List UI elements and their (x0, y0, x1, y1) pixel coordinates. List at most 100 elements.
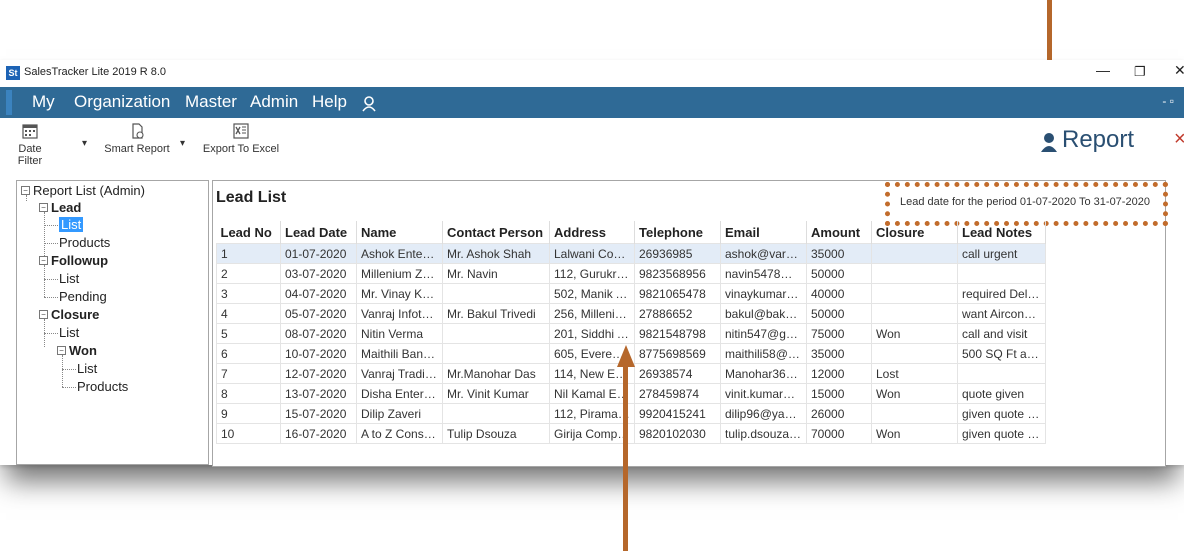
tree-node-won[interactable]: Won (69, 343, 97, 358)
grid-header-row: Lead No Lead Date Name Contact Person Ad… (216, 221, 1046, 244)
tree-node-won-products[interactable]: Products (77, 379, 128, 394)
excel-icon (233, 123, 249, 139)
table-cell: 04-07-2020 (280, 283, 357, 304)
table-cell: call urgent (957, 243, 1046, 264)
table-cell: 256, Millenium... (549, 303, 635, 324)
collapse-toggle-root[interactable]: − (21, 186, 30, 195)
mdi-window-controls[interactable]: - ▫ (1162, 94, 1174, 108)
table-cell: Mr. Vinay Kum... (356, 283, 443, 304)
table-cell: 05-07-2020 (280, 303, 357, 324)
table-cell: Ashok Enterpri... (356, 243, 443, 264)
date-filter-dropdown[interactable]: ▾ (82, 138, 87, 149)
table-cell: 26000 (806, 403, 872, 424)
tree-node-lead[interactable]: Lead (51, 200, 81, 215)
table-cell: Mr. Vinit Kumar (442, 383, 550, 404)
column-header[interactable]: Address (549, 221, 635, 244)
table-cell: 15000 (806, 383, 872, 404)
column-header[interactable]: Telephone (634, 221, 721, 244)
lead-list-panel: Lead List Lead date for the period 01-07… (212, 180, 1168, 467)
table-cell: maithili58@re... (720, 343, 807, 364)
table-cell: 1 (216, 243, 281, 264)
table-cell: 27886652 (634, 303, 721, 324)
table-cell: 70000 (806, 423, 872, 444)
tree-node-lead-list[interactable]: List (59, 217, 84, 232)
column-header[interactable]: Amount (806, 221, 872, 244)
table-cell: 10 (216, 423, 281, 444)
table-cell: Mr. Ashok Shah (442, 243, 550, 264)
table-cell: 7 (216, 363, 281, 384)
table-cell: vinit.kumar@g... (720, 383, 807, 404)
column-header[interactable]: Lead No (216, 221, 281, 244)
table-cell: Vanraj Tradin... (356, 363, 443, 384)
maximize-button[interactable]: ❐ (1134, 64, 1146, 80)
tree-root-report-list[interactable]: Report List (Admin) (33, 183, 145, 198)
table-cell: 3 (216, 283, 281, 304)
toolbar: Date Filter ▾ Smart Report ▾ Export To E… (0, 118, 1184, 168)
table-cell: 9820102030 (634, 423, 721, 444)
table-cell: Mr. Bakul Trivedi (442, 303, 550, 324)
table-cell: 112, Gurukrup... (549, 263, 635, 284)
table-cell: 9 (216, 403, 281, 424)
collapse-toggle-followup[interactable]: − (39, 256, 48, 265)
report-user-icon (1041, 133, 1057, 152)
table-cell: A to Z Consult... (356, 423, 443, 444)
tree-node-lead-products[interactable]: Products (59, 235, 110, 250)
list-title: Lead List (216, 189, 287, 206)
table-cell: ashok@varun.... (720, 243, 807, 264)
table-cell: 26938574 (634, 363, 721, 384)
table-row[interactable]: 4 05-07-2020 Vanraj Infotech Mr. Bakul Triv… (216, 303, 1046, 324)
table-cell: 278459874 (634, 383, 721, 404)
tree-node-won-list[interactable]: List (77, 361, 97, 376)
table-cell: navin5478@ya... (720, 263, 807, 284)
tree-node-followup-pending[interactable]: Pending (59, 289, 107, 304)
title-bar: St SalesTracker Lite 2019 R 8.0 — ❐ ✕ (0, 60, 1184, 87)
tree-node-closure-list[interactable]: List (59, 325, 79, 340)
column-header[interactable]: Closure (871, 221, 958, 244)
table-cell: 6 (216, 343, 281, 364)
table-cell: 8 (216, 383, 281, 404)
menu-master[interactable]: Master (185, 92, 237, 112)
column-header[interactable]: Name (356, 221, 443, 244)
table-cell: Manohar3636... (720, 363, 807, 384)
column-header[interactable]: Lead Notes (957, 221, 1046, 244)
table-cell (442, 283, 550, 304)
column-header[interactable]: Lead Date (280, 221, 357, 244)
minimize-button[interactable]: — (1096, 62, 1110, 78)
report-heading: Report (1062, 126, 1135, 153)
table-row[interactable]: 5 08-07-2020 Nitin Verma 201, Siddhi Av... 9… (216, 323, 1046, 344)
column-header[interactable]: Contact Person (442, 221, 550, 244)
collapse-toggle-won[interactable]: − (57, 346, 66, 355)
table-cell: 15-07-2020 (280, 403, 357, 424)
table-cell: Disha Enterpri... (356, 383, 443, 404)
table-cell: required Dell L... (957, 283, 1046, 304)
tree-node-followup[interactable]: Followup (51, 253, 108, 268)
table-row[interactable]: 1 01-07-2020 Ashok Enterpri... Mr. Ashok Sh… (216, 243, 1046, 264)
table-row[interactable]: 2 03-07-2020 Millenium Zerox Mr. Navin 112, … (216, 263, 1046, 284)
date-filter-label: Date Filter (17, 143, 43, 167)
table-cell: 9821548798 (634, 323, 721, 344)
table-cell: 4 (216, 303, 281, 324)
table-cell: 26936985 (634, 243, 721, 264)
menu-my[interactable]: My (32, 92, 55, 112)
close-report-button[interactable]: × (1174, 128, 1184, 151)
close-window-button[interactable]: ✕ (1174, 62, 1184, 79)
date-filter-button[interactable]: Date Filter (6, 122, 54, 167)
collapse-toggle-closure[interactable]: − (39, 310, 48, 319)
menu-organization[interactable]: Organization (74, 92, 170, 112)
smart-report-button[interactable]: Smart Report (100, 122, 174, 155)
tree-node-followup-list[interactable]: List (59, 271, 79, 286)
smart-report-icon (132, 123, 144, 139)
menu-bar: My Organization Master Admin Help - ▫ (0, 87, 1184, 118)
table-row[interactable]: 3 04-07-2020 Mr. Vinay Kum... 502, Manik Ap… (216, 283, 1046, 304)
column-header[interactable]: Email (720, 221, 807, 244)
table-cell: tulip.dsouza@... (720, 423, 807, 444)
user-icon[interactable] (362, 96, 376, 112)
menu-help[interactable]: Help (312, 92, 347, 112)
menu-admin[interactable]: Admin (250, 92, 298, 112)
smart-report-dropdown[interactable]: ▾ (180, 138, 185, 149)
collapse-toggle-lead[interactable]: − (39, 203, 48, 212)
export-excel-button[interactable]: Export To Excel (200, 122, 282, 155)
tree-node-closure[interactable]: Closure (51, 307, 99, 322)
table-cell: 2 (216, 263, 281, 284)
table-cell: 03-07-2020 (280, 263, 357, 284)
